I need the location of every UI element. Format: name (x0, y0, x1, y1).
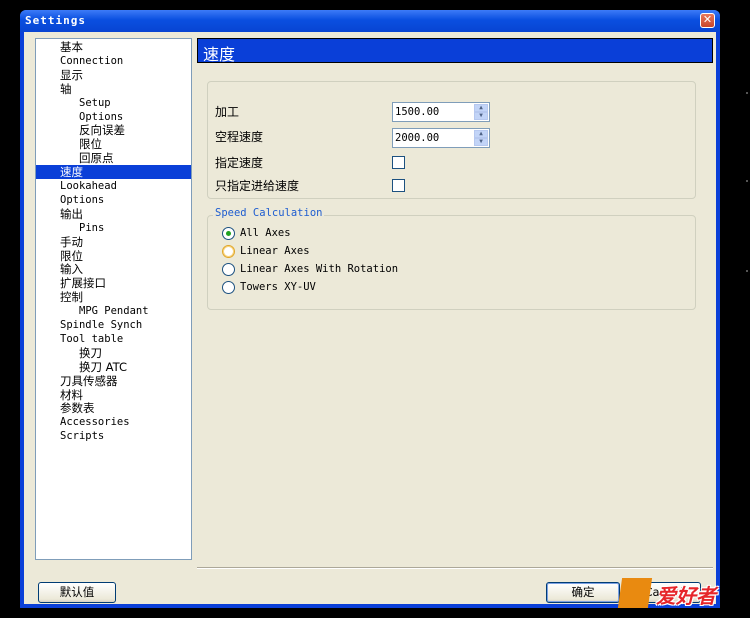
tree-item[interactable]: Scripts (36, 429, 191, 443)
speed-calculation-legend: Speed Calculation (213, 207, 325, 219)
edge-dot (746, 270, 748, 272)
tree-item[interactable]: Pins (36, 221, 191, 235)
watermark-logo-icon (617, 578, 653, 608)
tree-item[interactable]: 输入 (36, 262, 191, 276)
radio-selected-dot (226, 231, 231, 236)
spin-up-icon[interactable]: ▲ (474, 104, 488, 112)
tree-item-label: 参数表 (60, 401, 95, 416)
tree-item-label: 换刀 (79, 345, 102, 360)
title-bar[interactable]: Settings ✕ (20, 10, 720, 32)
tree-item[interactable]: 扩展接口 (36, 276, 191, 290)
rapid-speed-input[interactable] (395, 130, 471, 146)
feed-rate-spinbox[interactable]: ▲ ▼ (392, 102, 490, 122)
tree-item[interactable]: 基本 (36, 40, 191, 54)
tree-item-label: Connection (60, 54, 124, 67)
tree-item-label: 刀具传感器 (60, 373, 118, 388)
close-icon[interactable]: ✕ (700, 13, 715, 28)
radio-button[interactable] (222, 245, 235, 258)
feed-rate-input[interactable] (395, 104, 471, 120)
tree-item-label: 反向误差 (79, 123, 125, 138)
tree-item-label: 轴 (60, 81, 72, 96)
tree-item-label: 限位 (60, 248, 83, 263)
spin-down-icon[interactable]: ▼ (474, 138, 488, 146)
tree-item-label: 输出 (60, 206, 83, 221)
tree-item-label: 显示 (60, 67, 83, 82)
tree-item-label: 基本 (60, 40, 83, 54)
window-title: Settings (25, 14, 86, 27)
tree-item[interactable]: 手动 (36, 235, 191, 249)
tree-item[interactable]: 刀具传感器 (36, 374, 191, 388)
watermark: 爱好者 (617, 576, 740, 612)
tree-item[interactable]: Options (36, 193, 191, 207)
specified-speed-label: 指定速度 (215, 156, 264, 170)
watermark-text: 爱好者 (656, 584, 716, 608)
tree-item-label: Tool table (60, 332, 124, 345)
radio-label: Towers XY-UV (240, 281, 316, 293)
radio-button[interactable] (222, 227, 235, 240)
tree-item-label: Pins (79, 221, 105, 234)
tree-item[interactable]: 轴 (36, 82, 191, 96)
tree-item-label: 输入 (60, 262, 83, 277)
spin-up-icon[interactable]: ▲ (474, 130, 488, 138)
tree-item[interactable]: Tool table (36, 332, 191, 346)
tree-item-label: 限位 (79, 137, 102, 152)
tree-item-label: 速度 (60, 165, 83, 180)
tree-item-label: 控制 (60, 290, 83, 305)
edge-dot (746, 180, 748, 182)
tree-item-label: 材料 (60, 387, 83, 402)
edge-dot (746, 92, 748, 94)
tree-item[interactable]: 显示 (36, 68, 191, 82)
tree-item[interactable]: 控制 (36, 290, 191, 304)
tree-item-label: Lookahead (60, 180, 117, 192)
dialog-client: 基本 Connection 显示轴 Setup Options 反向误差 限位 回原点 速度 Lo… (24, 32, 716, 604)
tree-item-label: Setup (79, 96, 111, 109)
tree-item[interactable]: Connection (36, 54, 191, 68)
footer-separator (197, 567, 713, 569)
radio-label: Linear Axes (240, 245, 310, 257)
tree-item[interactable]: 材料 (36, 388, 191, 402)
tree-item[interactable]: 速度 (36, 165, 191, 180)
tree-item[interactable]: 反向误差 (36, 123, 191, 137)
settings-tree[interactable]: 基本 Connection 显示轴 Setup Options 反向误差 限位 回原点 速度 Lo… (35, 38, 192, 560)
specified-speed-checkbox[interactable] (392, 156, 405, 169)
radio-button[interactable] (222, 281, 235, 294)
tree-item[interactable]: 限位 (36, 137, 191, 151)
rapid-speed-spinbox[interactable]: ▲ ▼ (392, 128, 490, 148)
tree-item[interactable]: 参数表 (36, 401, 191, 415)
tree-item-label: 换刀 ATC (79, 359, 128, 374)
settings-window: Settings ✕ 基本 Connection 显示轴 Setup Options 反向… (20, 10, 720, 608)
feed-only-checkbox[interactable] (392, 179, 405, 192)
rapid-speed-label: 空程速度 (215, 130, 264, 144)
spin-down-icon[interactable]: ▼ (474, 112, 488, 120)
tree-item-label: 回原点 (79, 151, 114, 166)
radio-label: All Axes (240, 227, 291, 239)
tree-item[interactable]: 输出 (36, 207, 191, 221)
tree-item[interactable]: Spindle Synch (36, 318, 191, 332)
tree-item[interactable]: 换刀 ATC (36, 360, 191, 374)
tree-item[interactable]: Lookahead (36, 179, 191, 193)
tree-item-label: Spindle Synch (60, 319, 143, 331)
tree-item[interactable]: 换刀 (36, 346, 191, 360)
radio-button[interactable] (222, 263, 235, 276)
tree-item-label: MPG Pendant (79, 305, 149, 318)
radio-label: Linear Axes With Rotation (240, 263, 399, 275)
tree-item[interactable]: 限位 (36, 249, 191, 263)
tree-item-label: Options (60, 193, 105, 206)
tree-item-label: Options (79, 110, 124, 123)
tree-item-label: 手动 (60, 234, 83, 249)
tree-item[interactable]: MPG Pendant (36, 304, 191, 318)
section-header: 速度 (197, 38, 713, 64)
tree-item-label: Accessories (60, 416, 130, 429)
tree-item[interactable]: Setup (36, 96, 191, 110)
defaults-button[interactable]: 默认值 (38, 582, 116, 603)
tree-item-label: 扩展接口 (60, 276, 106, 291)
tree-item[interactable]: Accessories (36, 415, 191, 429)
feed-only-label: 只指定进给速度 (215, 179, 300, 193)
feed-rate-label: 加工 (215, 105, 240, 119)
tree-item[interactable]: Options (36, 110, 191, 124)
tree-item-label: Scripts (60, 430, 105, 443)
tree-item[interactable]: 回原点 (36, 151, 191, 165)
ok-button[interactable]: 确定 (546, 582, 620, 603)
section-title: 速度 (203, 45, 236, 64)
